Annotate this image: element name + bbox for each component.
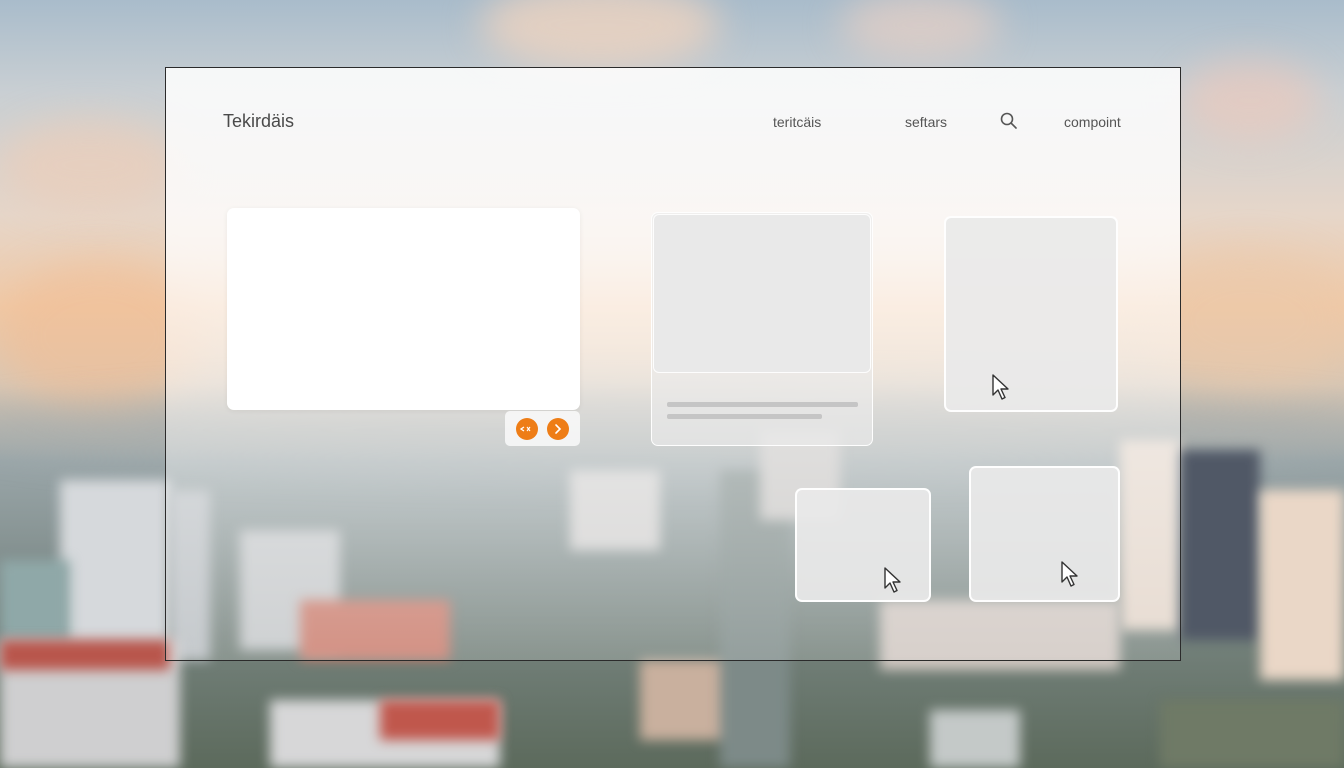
carousel-controls — [505, 411, 580, 446]
prev-icon — [519, 426, 531, 432]
media-card[interactable] — [651, 212, 873, 446]
next-button[interactable] — [547, 418, 569, 440]
featured-card[interactable] — [227, 208, 580, 410]
tile-card[interactable] — [944, 216, 1118, 412]
text-placeholder-line — [667, 414, 822, 419]
text-placeholder-line — [667, 402, 858, 407]
prev-button[interactable] — [516, 418, 538, 440]
tile-card[interactable] — [795, 488, 931, 602]
brand-title: Tekirdäis — [223, 111, 295, 131]
mouse-pointer-icon — [884, 567, 901, 593]
mouse-pointer-icon — [1061, 561, 1078, 587]
app-window: Tekirdäis teritcäis seftars compoint — [165, 67, 1181, 661]
nav-link-1[interactable]: teritcäis — [773, 114, 821, 130]
nav-link-2[interactable]: seftars — [905, 114, 947, 130]
tile-card[interactable] — [969, 466, 1120, 602]
search-icon[interactable] — [999, 111, 1019, 131]
nav-link-3[interactable]: compoint — [1064, 114, 1121, 130]
media-card-image-placeholder — [653, 214, 871, 373]
chevron-right-icon — [555, 424, 562, 434]
mouse-pointer-icon — [992, 374, 1009, 400]
